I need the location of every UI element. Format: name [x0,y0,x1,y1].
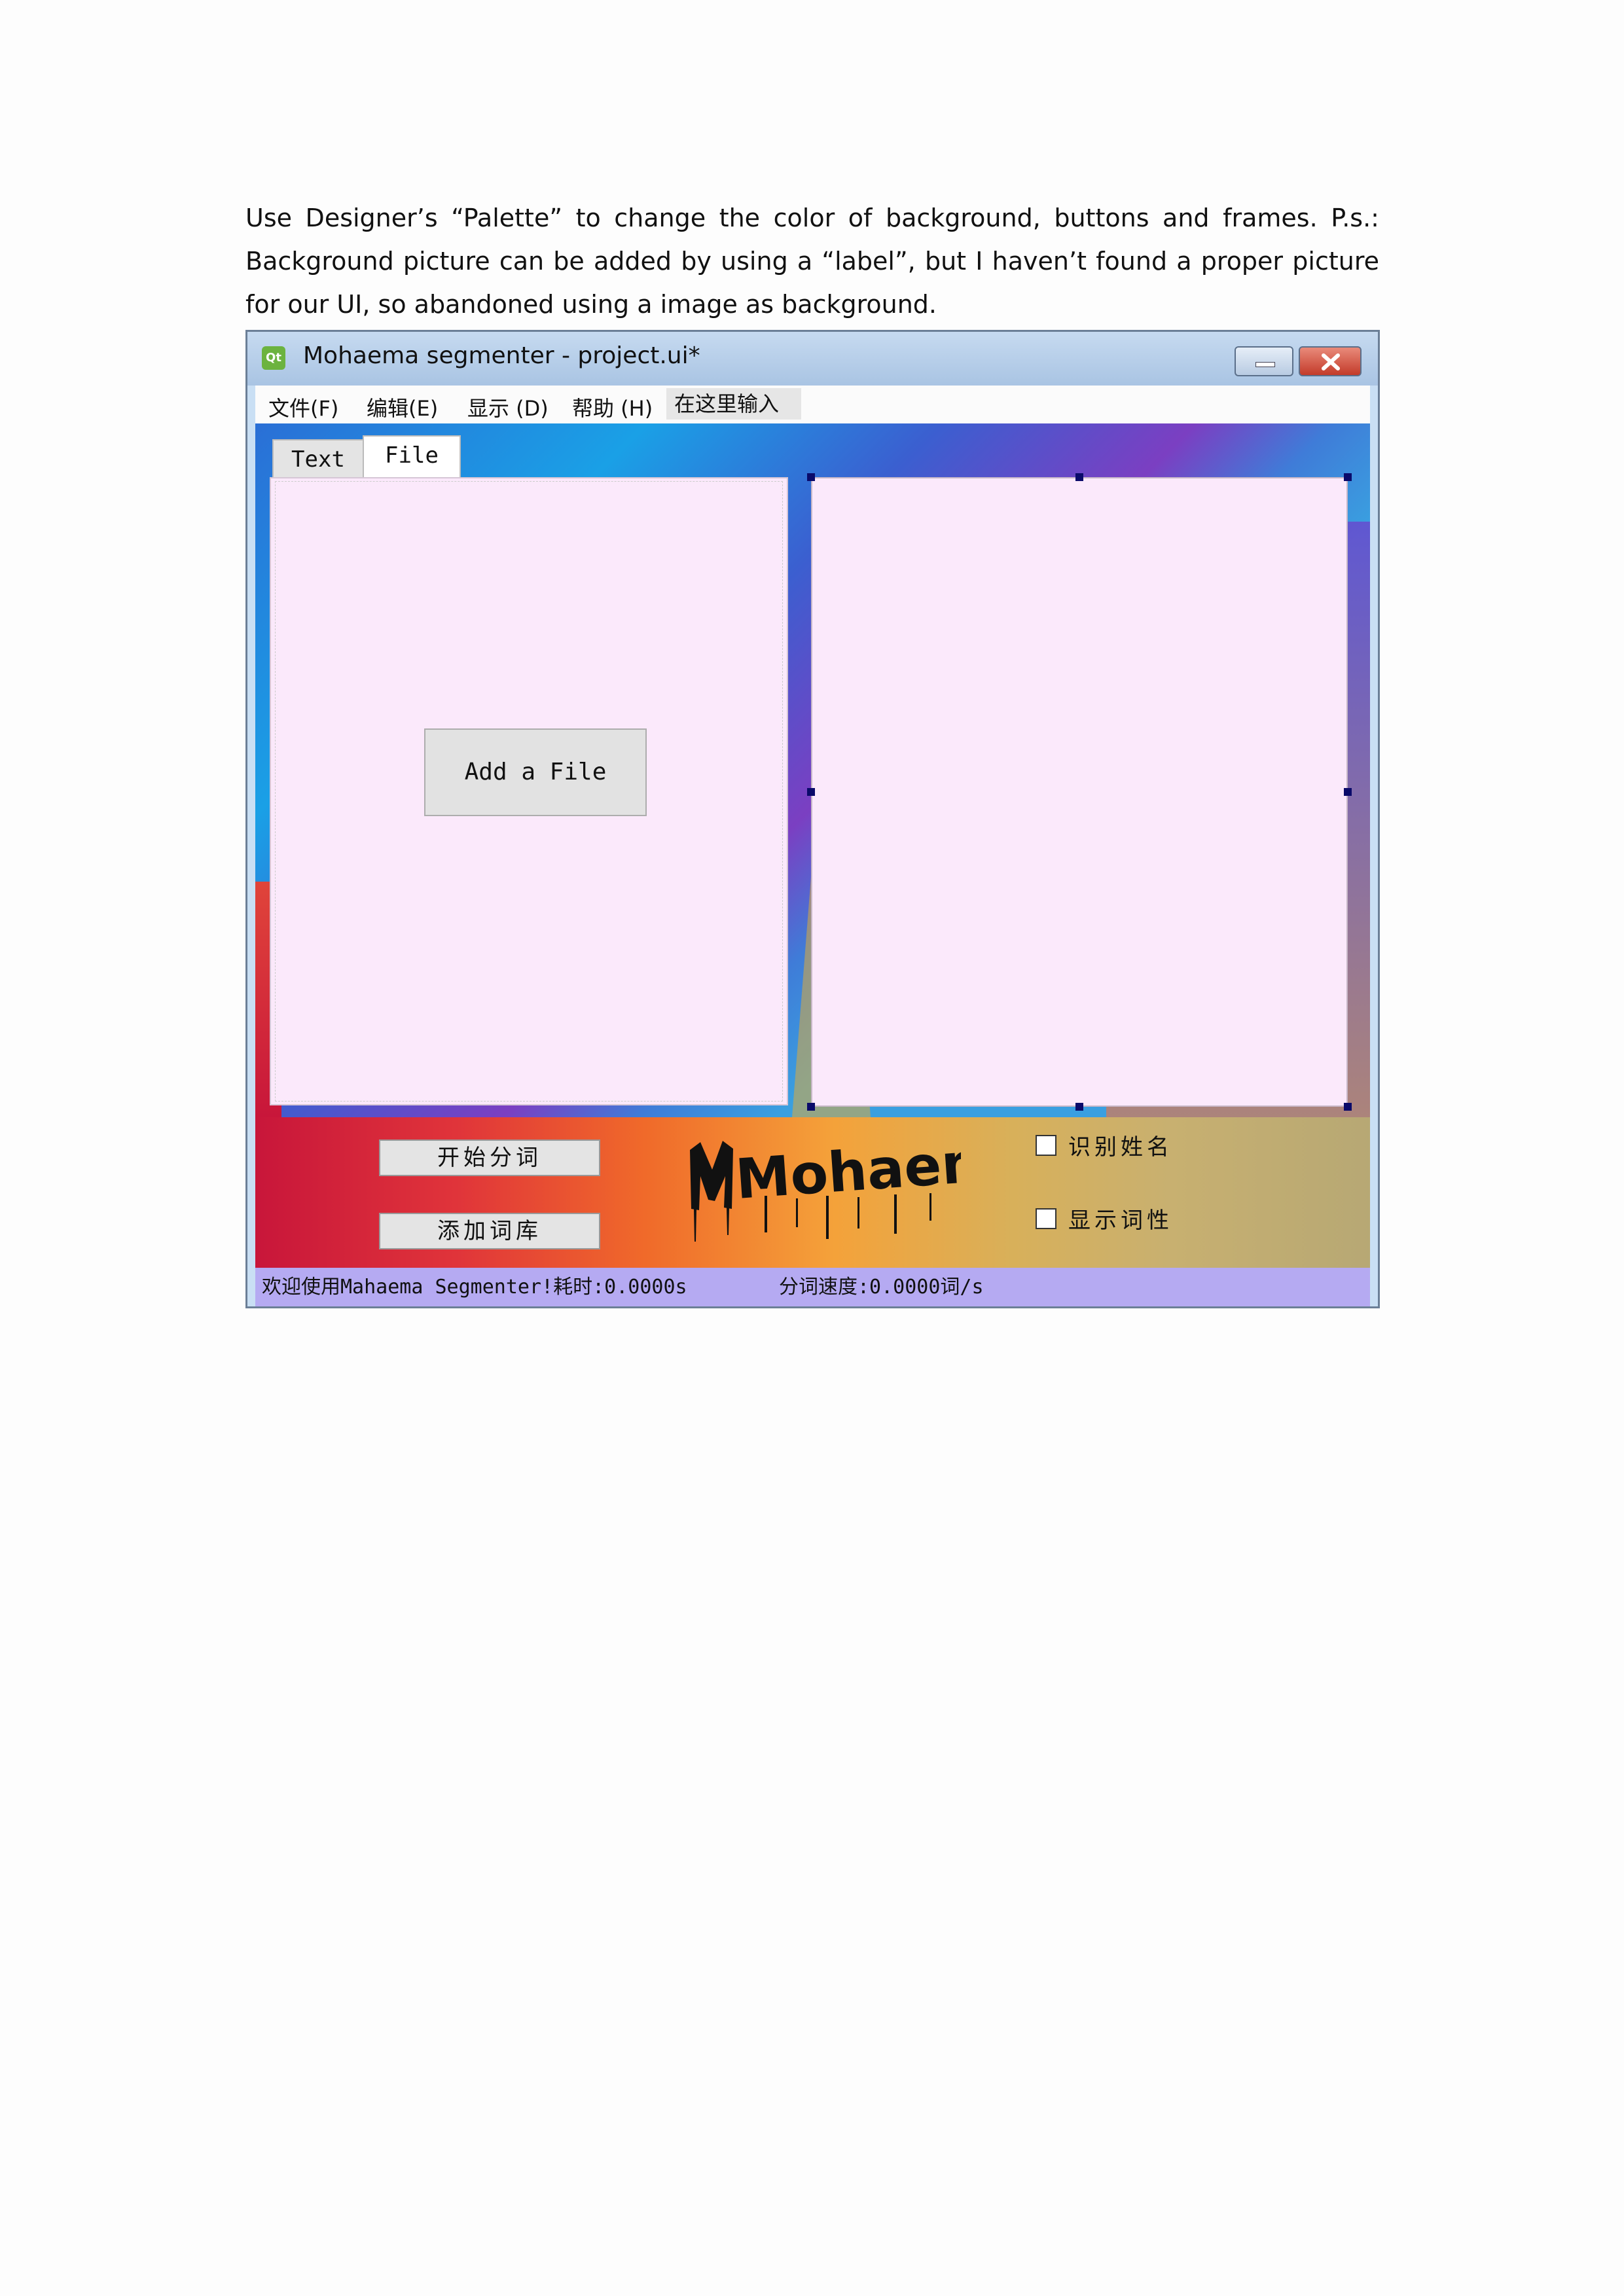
checkbox-label: 识别姓名 [1068,1134,1173,1160]
app-window: Qt Mohaema segmenter - project.ui* 文件(F)… [245,330,1380,1308]
start-segment-button[interactable]: 开始分词 [379,1139,600,1176]
selection-handle[interactable] [1344,473,1352,481]
output-text-area[interactable] [811,477,1348,1107]
menu-bar: 文件(F) 编辑(E) 显示 (D) 帮助 (H) 在这里输入 [255,386,1370,424]
close-button[interactable] [1299,346,1362,376]
checkbox-box[interactable] [1036,1134,1056,1156]
selection-handle[interactable] [807,1103,815,1111]
show-pos-checkbox[interactable]: 显示词性 [1036,1202,1173,1234]
tab-text[interactable]: Text [272,439,364,477]
selection-handle[interactable] [1344,788,1352,796]
menu-help[interactable]: 帮助 (H) [572,392,653,422]
title-bar[interactable]: Qt Mohaema segmenter - project.ui* [247,332,1378,386]
status-speed: 分词速度:0.0000词/s [779,1276,984,1299]
qt-icon: Qt [262,346,285,370]
recognize-name-checkbox[interactable]: 识别姓名 [1036,1129,1173,1161]
selection-handle[interactable] [1344,1103,1352,1111]
menu-view[interactable]: 显示 (D) [467,392,549,422]
menu-type-here-input[interactable]: 在这里输入 [666,388,801,420]
selection-handle[interactable] [1075,473,1083,481]
close-icon [1322,353,1340,370]
checkbox-box[interactable] [1036,1208,1056,1229]
selection-handle[interactable] [807,473,815,481]
status-message: 欢迎使用Mahaema Segmenter!耗时:0.0000s [262,1276,687,1299]
description-paragraph: Use Designer’s “Palette” to change the c… [245,204,1379,319]
menu-edit[interactable]: 编辑(E) [367,392,438,422]
add-dictionary-button[interactable]: 添加词库 [379,1213,600,1249]
checkbox-label: 显示词性 [1068,1208,1173,1234]
selection-handle[interactable] [807,788,815,796]
window-title: Mohaema segmenter - project.ui* [303,342,700,369]
central-widget: Text File Add a File 开始分词 添加词库 Mohaema 识… [255,423,1370,1268]
tab-file[interactable]: File [363,435,461,477]
mohaema-logo: Mohaema [690,1130,961,1242]
minimize-button[interactable] [1235,346,1293,376]
file-tab-pane: Add a File [270,477,788,1105]
status-bar: 欢迎使用Mahaema Segmenter!耗时:0.0000s 分词速度:0.… [255,1268,1370,1306]
add-file-button[interactable]: Add a File [424,728,647,816]
logo-text: Mohaema [734,1130,961,1211]
menu-file[interactable]: 文件(F) [268,392,338,422]
selection-handle[interactable] [1075,1103,1083,1111]
